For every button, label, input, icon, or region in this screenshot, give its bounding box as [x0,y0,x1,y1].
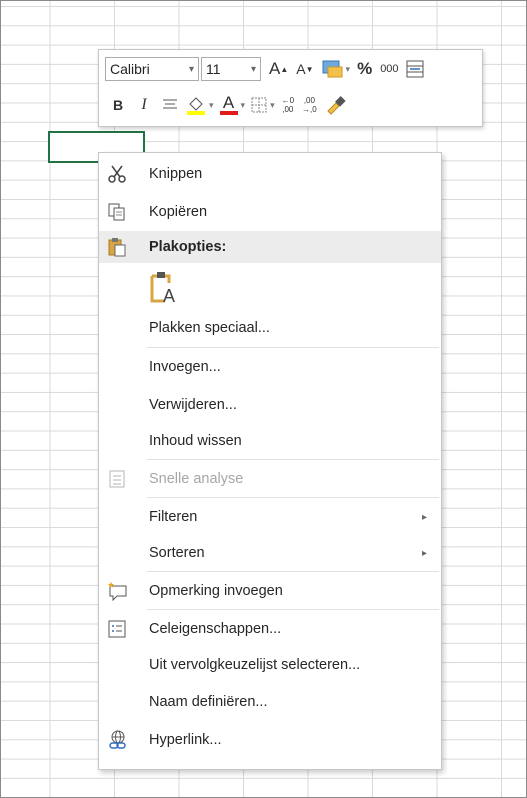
menu-item-label: Filteren [149,509,198,525]
menu-item-label: Sorteren [149,545,205,561]
menu-item-label: Kopiëren [149,204,208,220]
submenu-arrow-icon: ▸ [421,511,427,523]
font-color-button[interactable]: A [219,93,239,117]
align-center-button[interactable] [161,93,179,117]
format-cells-icon [107,619,127,639]
comma-style-icon: 000 [380,63,399,75]
font-color-swatch [219,111,238,115]
menu-item-pick-from-list[interactable]: Uit vervolgkeuzelijst selecteren... [99,648,441,682]
fill-color-button[interactable] [185,93,207,117]
decrease-decimal-icon: ,00 [303,96,315,105]
cell-styles-icon [322,60,343,78]
paint-bucket-icon [187,97,205,115]
menu-item-copy[interactable]: Kopiëren [99,195,441,229]
paste-text-only-icon: A [149,271,179,309]
decrease-font-size-button[interactable]: A ▼ [296,57,313,81]
font-name-value: Calibri [110,61,150,77]
decrease-font-size-icon: A [296,61,306,77]
align-center-icon [163,99,177,109]
font-color-icon: A [222,93,235,112]
decrease-decimal-icon-bottom: →,0 [302,105,317,114]
decrease-decimal-button[interactable]: ,00 →,0 [302,93,317,117]
menu-item-label: Celeigenschappen... [149,621,282,637]
increase-decimal-icon-bottom: ,00 [282,105,294,114]
chevron-down-icon[interactable]: ▾ [209,100,214,111]
paste-option-keep-text[interactable]: A [99,269,441,309]
mini-toolbar: Calibri ▾ 11 ▾ A ▲ A ▼ ▾ % 000 B I ▾ A ▾… [98,49,483,127]
increase-font-size-icon: A [269,59,281,78]
menu-item-cut[interactable]: Knippen [99,157,441,191]
comma-style-button[interactable]: 000 [380,57,398,81]
italic-icon: I [141,96,147,113]
chevron-down-icon[interactable]: ▾ [241,100,246,111]
menu-item-label: Invoegen... [149,359,221,375]
menu-item-sort[interactable]: Sorteren ▸ [99,536,441,570]
menu-item-paste-special[interactable]: Plakken speciaal... [99,311,441,345]
percent-icon: % [357,59,373,78]
font-size-combo[interactable]: 11 ▾ [201,57,261,81]
format-painter-icon [327,96,346,115]
menu-item-label: Naam definiëren... [149,694,268,710]
chevron-down-icon[interactable]: ▾ [189,64,198,75]
copy-icon [107,202,127,222]
merge-center-button[interactable] [405,57,425,81]
merge-center-icon [406,60,424,78]
menu-item-label: Plakken speciaal... [149,320,270,336]
menu-item-define-name[interactable]: Naam definiëren... [99,685,441,719]
italic-button[interactable]: I [135,93,153,117]
chevron-down-icon[interactable]: ▾ [270,100,275,111]
menu-item-label: Inhoud wissen [149,433,242,449]
bold-button[interactable]: B [109,93,127,117]
context-menu: Knippen Kopiëren Plakopties: A Plakken s… [98,152,442,770]
format-painter-button[interactable] [325,93,347,117]
menu-item-hyperlink[interactable]: Hyperlink... [99,723,441,757]
percent-style-button[interactable]: % [357,57,372,81]
font-name-combo[interactable]: Calibri ▾ [105,57,199,81]
increase-font-size-button[interactable]: A ▲ [269,57,288,81]
clipboard-icon [107,237,127,257]
borders-button[interactable] [250,93,268,117]
scissors-icon [107,164,127,184]
cell-styles-button[interactable] [322,57,344,81]
menu-separator [147,459,439,460]
hyperlink-icon [107,730,127,750]
menu-item-delete[interactable]: Verwijderen... [99,388,441,422]
increase-decimal-button[interactable]: ←0 ,00 [282,93,294,117]
menu-item-label: Knippen [149,166,203,182]
menu-item-format-cells[interactable]: Celeigenschappen... [99,612,441,646]
increase-decimal-icon: ←0 [281,96,295,105]
borders-icon [251,97,267,113]
menu-item-label: Uit vervolgkeuzelijst selecteren... [149,657,361,673]
menu-item-label: Snelle analyse [149,471,244,487]
menu-item-quick-analysis: Snelle analyse [99,462,441,496]
menu-header-label: Plakopties: [149,239,227,255]
menu-separator [147,497,439,498]
chevron-down-icon[interactable]: ▾ [251,64,260,75]
submenu-arrow-icon: ▸ [421,547,427,559]
menu-item-insert-comment[interactable]: Opmerking invoegen [99,574,441,608]
menu-separator [147,347,439,348]
menu-separator [147,609,439,610]
bold-icon: B [112,97,124,113]
menu-item-filter[interactable]: Filteren ▸ [99,500,441,534]
menu-separator [147,571,439,572]
menu-item-clear-contents[interactable]: Inhoud wissen [99,424,441,458]
menu-item-label: Hyperlink... [149,732,222,748]
comment-icon [107,581,127,601]
svg-text:A: A [163,286,175,305]
chevron-down-icon[interactable]: ▾ [346,64,351,75]
menu-item-insert[interactable]: Invoegen... [99,350,441,384]
menu-item-label: Verwijderen... [149,397,237,413]
quick-analysis-icon [107,469,127,489]
menu-header-paste-options: Plakopties: [99,231,441,263]
menu-item-label: Opmerking invoegen [149,583,283,599]
font-size-value: 11 [206,61,221,77]
